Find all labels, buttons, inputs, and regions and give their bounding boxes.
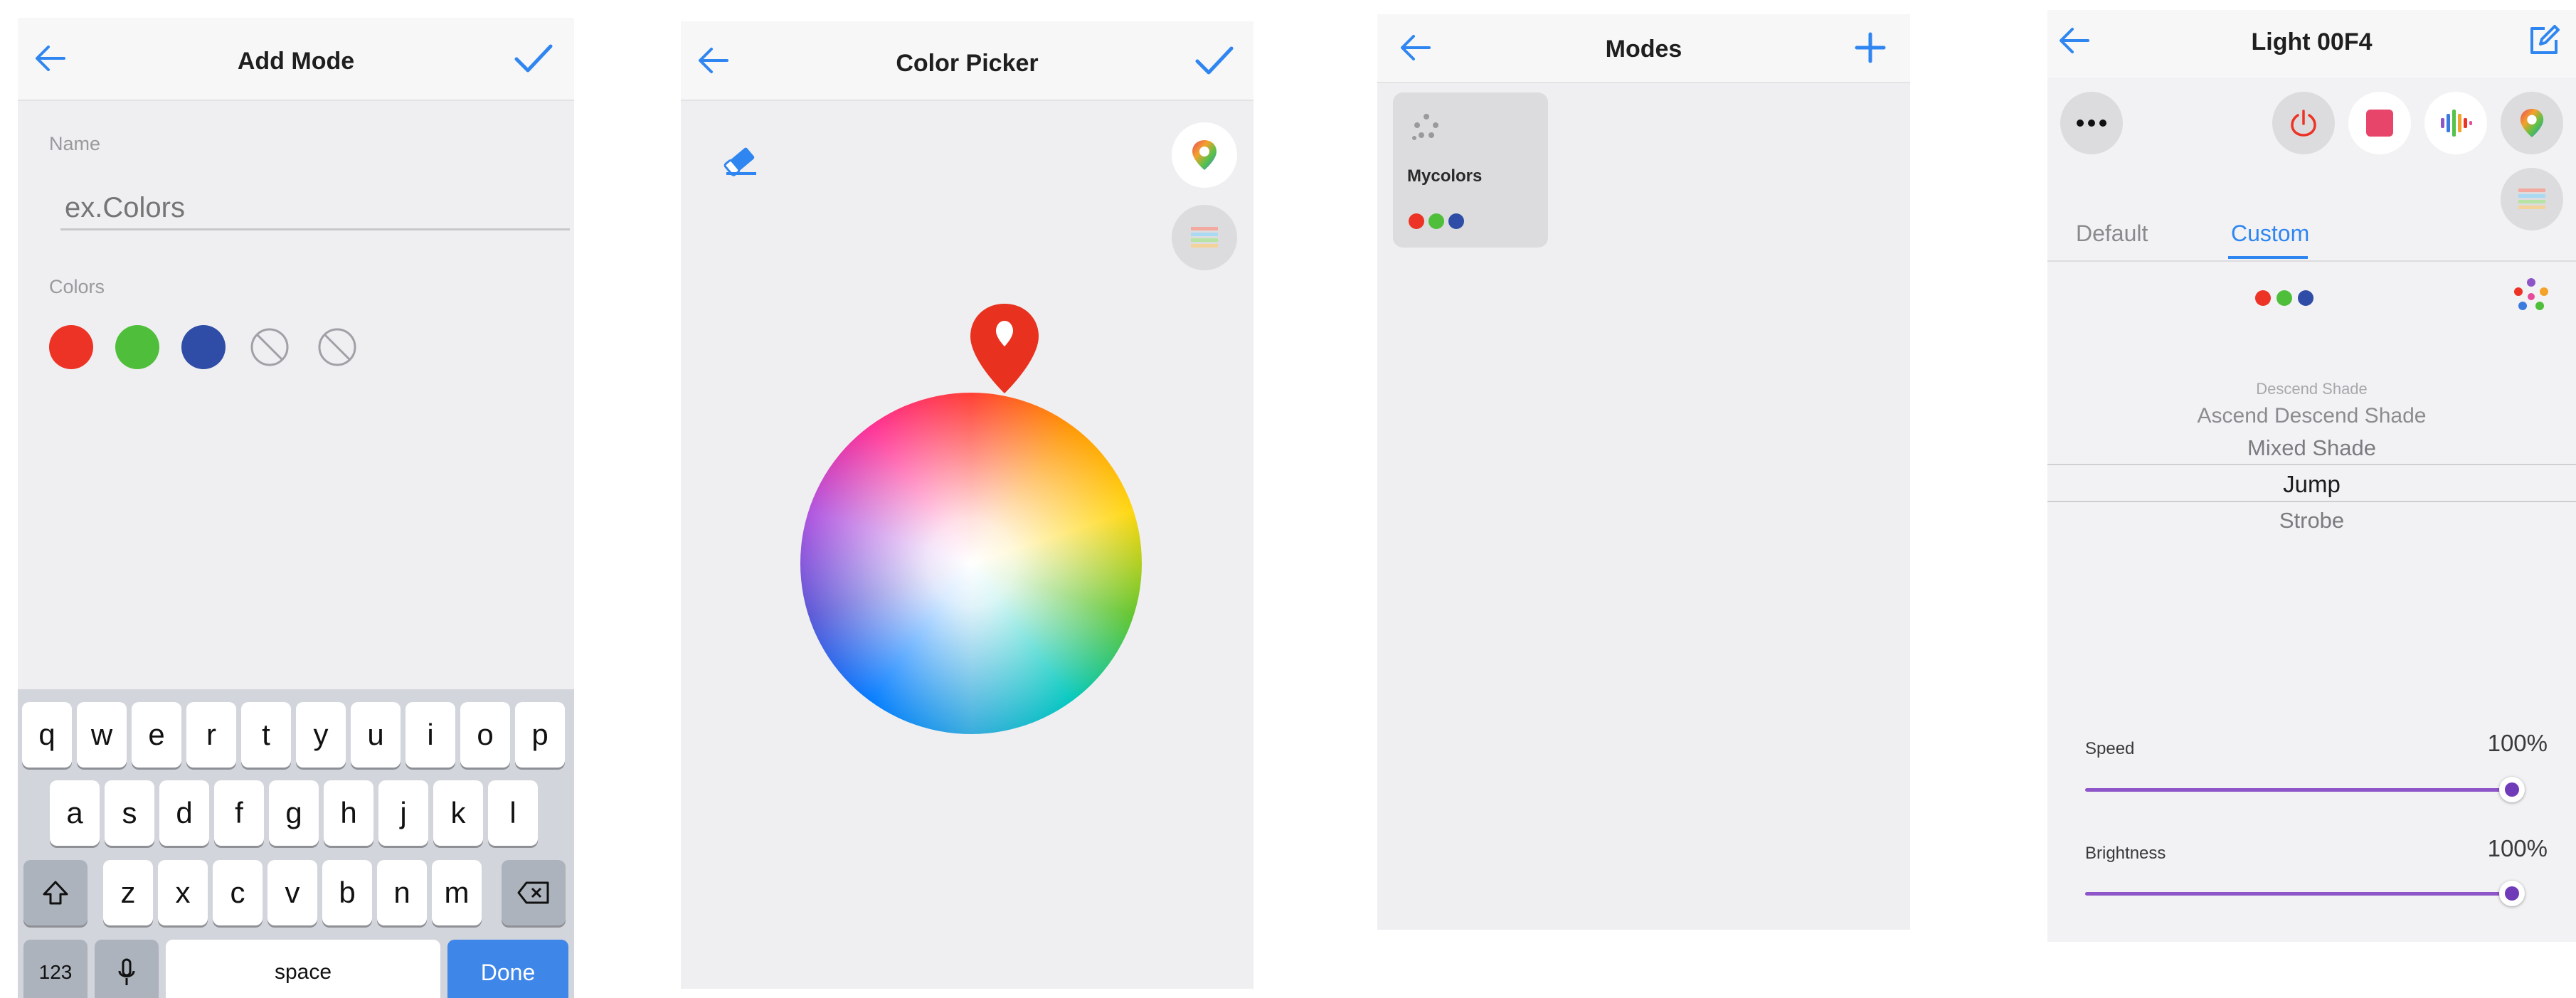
speed-slider-thumb[interactable] <box>2499 777 2525 802</box>
key-r[interactable]: r <box>186 702 236 768</box>
color-dots-cluster-icon[interactable] <box>2510 277 2553 317</box>
mode-color-dot-red <box>1409 213 1424 229</box>
key-j[interactable]: j <box>378 780 428 846</box>
page-title: Add Mode <box>237 48 355 75</box>
key-s[interactable]: s <box>105 780 154 846</box>
key-f[interactable]: f <box>214 780 264 846</box>
tab-default[interactable]: Default <box>2076 221 2148 247</box>
speed-label: Speed <box>2085 739 2135 758</box>
light-detail-screen: Light 00F4 Default Custom Descend Shade … <box>2047 10 2576 942</box>
key-a[interactable]: a <box>50 780 100 846</box>
key-v[interactable]: v <box>267 860 317 925</box>
page-title: Color Picker <box>896 50 1039 77</box>
mode-color-dot-blue <box>1448 213 1464 229</box>
shift-key[interactable] <box>23 860 88 925</box>
key-e[interactable]: e <box>132 702 181 768</box>
page-title: Light 00F4 <box>2251 28 2373 55</box>
key-c[interactable]: c <box>213 860 263 925</box>
mode-color-dot-green <box>1429 213 1444 229</box>
mode-option[interactable]: Ascend Descend Shade <box>2047 404 2576 428</box>
key-i[interactable]: i <box>406 702 455 768</box>
key-m[interactable]: m <box>432 860 482 925</box>
key-t[interactable]: t <box>241 702 291 768</box>
stop-icon[interactable] <box>2348 92 2411 154</box>
key-h[interactable]: h <box>324 780 373 846</box>
edit-icon[interactable] <box>2521 17 2567 64</box>
done-key[interactable]: Done <box>447 940 568 998</box>
add-mode-navbar: Add Mode <box>18 18 574 101</box>
keyboard: qwertyuiop asdfghjkl zxcvbnm 123 space D… <box>18 689 574 998</box>
mode-option[interactable]: Descend Shade <box>2047 380 2576 398</box>
color-wheel-mode-icon[interactable] <box>2501 92 2563 154</box>
key-y[interactable]: y <box>296 702 346 768</box>
space-key[interactable]: space <box>166 940 440 998</box>
numbers-key[interactable]: 123 <box>23 940 88 998</box>
key-w[interactable]: w <box>77 702 127 768</box>
key-q[interactable]: q <box>22 702 72 768</box>
mode-option[interactable]: Mixed Shade <box>2047 435 2576 461</box>
brightness-slider-track[interactable] <box>2085 892 2512 896</box>
brightness-value: 100% <box>2487 835 2548 861</box>
key-n[interactable]: n <box>377 860 427 925</box>
color-palette-icon[interactable] <box>2501 168 2563 230</box>
tab-custom[interactable]: Custom <box>2231 221 2309 247</box>
music-equalizer-icon[interactable] <box>2424 92 2487 154</box>
add-plus-icon[interactable] <box>1847 24 1894 71</box>
brightness-slider-thumb[interactable] <box>2499 881 2525 906</box>
power-icon[interactable] <box>2272 92 2335 154</box>
microphone-key[interactable] <box>95 940 159 998</box>
brightness-label: Brightness <box>2085 844 2166 863</box>
more-options-icon[interactable] <box>2060 92 2123 154</box>
eraser-icon[interactable] <box>716 135 766 185</box>
key-z[interactable]: z <box>103 860 153 925</box>
key-d[interactable]: d <box>159 780 209 846</box>
key-p[interactable]: p <box>515 702 565 768</box>
key-x[interactable]: x <box>158 860 208 925</box>
color-wheel[interactable] <box>800 393 1142 734</box>
colors-label: Colors <box>49 276 105 297</box>
key-l[interactable]: l <box>488 780 538 846</box>
color-wheel-mode-icon[interactable] <box>1172 122 1237 188</box>
selected-colors-dots[interactable] <box>2254 289 2325 307</box>
mode-option-selected[interactable]: Jump <box>2047 471 2576 498</box>
color-swatch-red[interactable] <box>49 325 93 369</box>
key-o[interactable]: o <box>460 702 510 768</box>
mode-option[interactable]: Strobe <box>2047 508 2576 533</box>
color-palette-icon[interactable] <box>1172 205 1237 270</box>
mode-name-input[interactable] <box>60 187 570 230</box>
picker-selection-line-bottom <box>2047 501 2576 502</box>
mode-card-label: Mycolors <box>1407 166 1483 186</box>
modes-screen: Modes Mycolors <box>1377 14 1910 930</box>
confirm-checkmark-icon[interactable] <box>1189 36 1239 85</box>
color-picker-screen: Color Picker <box>681 21 1253 989</box>
confirm-checkmark-icon[interactable] <box>509 33 558 83</box>
page-title: Modes <box>1605 36 1682 63</box>
tab-divider <box>2047 260 2576 262</box>
name-label: Name <box>49 133 101 154</box>
key-b[interactable]: b <box>322 860 372 925</box>
mode-card-mycolors[interactable]: Mycolors <box>1393 92 1548 248</box>
color-swatch-green[interactable] <box>115 325 159 369</box>
empty-swatch-icon[interactable] <box>315 325 359 369</box>
color-selector-pin-icon[interactable] <box>965 299 1044 398</box>
speed-slider-track[interactable] <box>2085 788 2512 792</box>
color-swatch-blue[interactable] <box>181 325 226 369</box>
picker-selection-line-top <box>2047 464 2576 465</box>
modes-navbar: Modes <box>1377 14 1910 83</box>
backspace-key[interactable] <box>502 860 566 925</box>
light-navbar: Light 00F4 <box>2047 10 2576 78</box>
key-u[interactable]: u <box>351 702 401 768</box>
color-picker-navbar: Color Picker <box>681 21 1253 101</box>
tab-active-indicator <box>2228 256 2308 259</box>
key-k[interactable]: k <box>433 780 483 846</box>
key-g[interactable]: g <box>269 780 319 846</box>
dots-cluster-icon <box>1409 112 1444 144</box>
empty-swatch-icon[interactable] <box>248 325 292 369</box>
speed-value: 100% <box>2487 730 2548 756</box>
add-mode-screen: Add Mode Name Colors qwertyuiop asdfghjk… <box>18 18 574 998</box>
